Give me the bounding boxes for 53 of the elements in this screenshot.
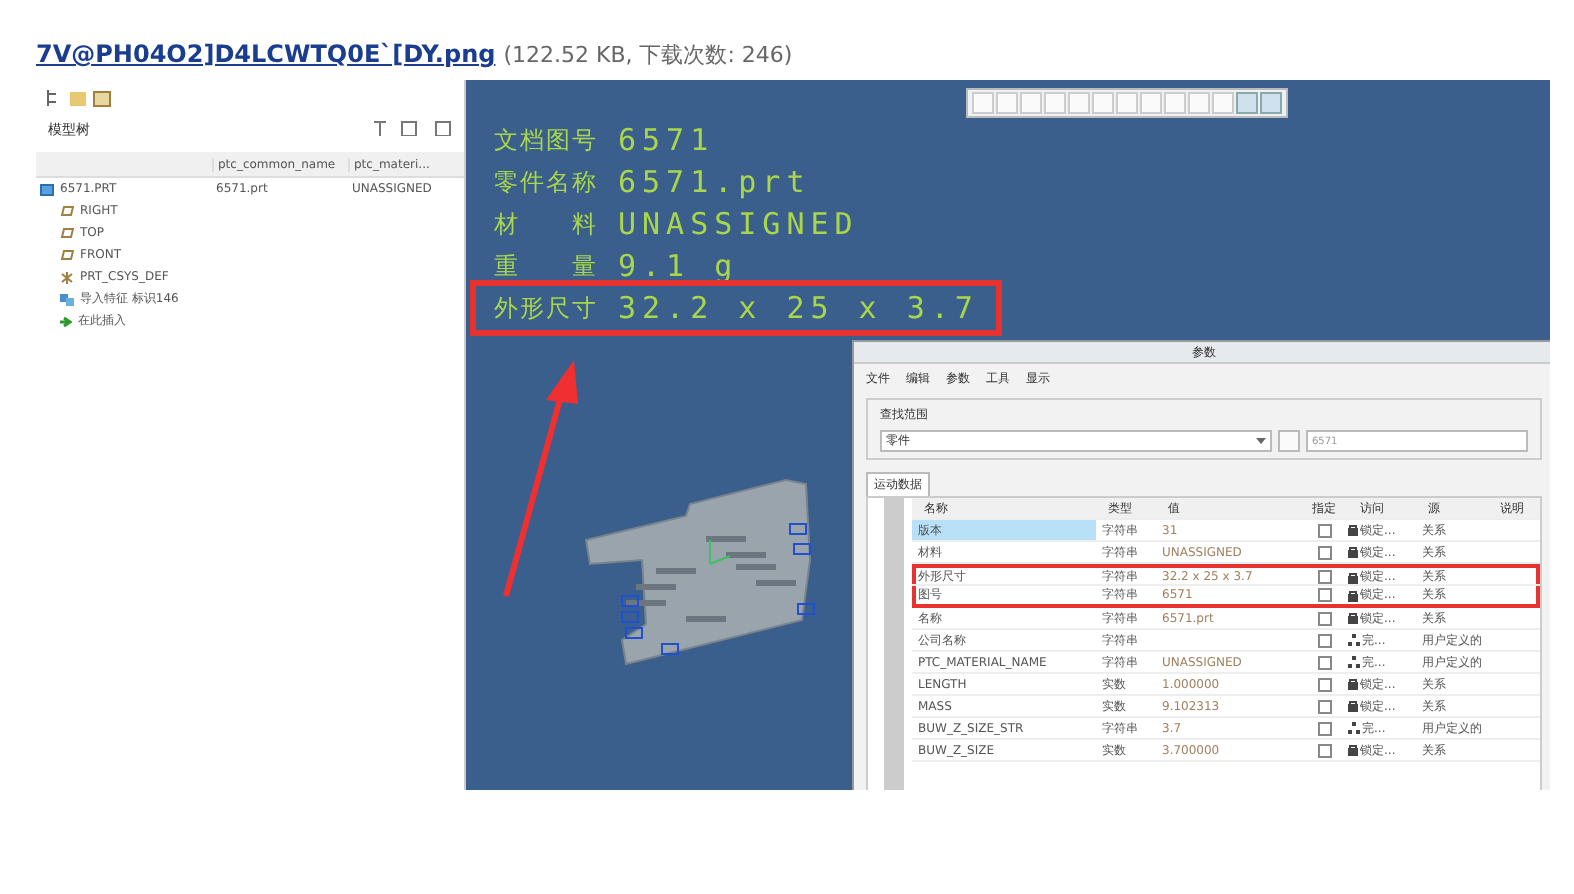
lock-icon — [1348, 700, 1358, 712]
network-icon — [1348, 656, 1360, 668]
info-value: 6571 — [618, 122, 715, 158]
caret-icon — [1256, 436, 1266, 446]
checkbox[interactable] — [1317, 545, 1331, 559]
checkbox[interactable] — [1317, 611, 1331, 625]
toolbar-icon[interactable] — [1092, 92, 1114, 114]
toolbar-icon[interactable] — [996, 92, 1018, 114]
info-value: 6571.prt — [618, 164, 811, 200]
info-label: 文档图号 — [494, 123, 598, 157]
import-icon — [60, 293, 74, 305]
lock-icon — [1348, 678, 1358, 690]
checkbox[interactable] — [1317, 677, 1331, 691]
lock-icon — [1348, 571, 1358, 583]
checkbox[interactable] — [1317, 570, 1331, 584]
info-value: 32.2 x 25 x 3.7 — [618, 290, 979, 326]
info-label: 零件名称 — [494, 165, 598, 199]
network-icon — [1348, 722, 1360, 734]
checkbox[interactable] — [1317, 523, 1331, 537]
favorites-tab-icon[interactable] — [92, 88, 112, 108]
info-label: 重 量 — [494, 249, 598, 283]
lock-icon — [1348, 524, 1358, 536]
network-icon — [1348, 634, 1360, 646]
toolbar-icon[interactable] — [1164, 92, 1186, 114]
toolbar-icon[interactable] — [1236, 92, 1258, 114]
checkbox[interactable] — [1317, 633, 1331, 647]
part-icon — [40, 183, 54, 195]
info-label: 材 料 — [494, 207, 598, 241]
toolbar-icon[interactable] — [972, 92, 994, 114]
toolbar-icon[interactable] — [1260, 92, 1282, 114]
checkbox[interactable] — [1317, 699, 1331, 713]
lock-icon — [1348, 744, 1358, 756]
attachment-link[interactable]: 7V@PH04O2]D4LCWTQ0E`[DY.png — [36, 40, 496, 68]
attachment-meta: (122.52 KB, 下载次数: 246) — [503, 40, 793, 70]
toolbar-icon[interactable] — [1188, 92, 1210, 114]
lock-icon — [1348, 612, 1358, 624]
axes-icon — [60, 271, 74, 283]
checkbox[interactable] — [1317, 743, 1331, 757]
checkbox[interactable] — [1317, 588, 1331, 602]
info-value: UNASSIGNED — [618, 206, 859, 242]
info-label: 外形尺寸 — [494, 291, 598, 325]
toolbar-icon[interactable] — [1140, 92, 1162, 114]
lock-icon — [1348, 589, 1358, 601]
pick-button[interactable] — [1278, 430, 1300, 452]
toolbar-icon[interactable] — [1020, 92, 1042, 114]
lock-icon — [1348, 546, 1358, 558]
checkbox[interactable] — [1317, 721, 1331, 735]
insert-arrow-icon — [60, 315, 72, 327]
toolbar-icon[interactable] — [1044, 92, 1066, 114]
toolbar-icon[interactable] — [1116, 92, 1138, 114]
checkbox[interactable] — [1317, 655, 1331, 669]
toolbar-icon[interactable] — [1068, 92, 1090, 114]
toolbar-icon[interactable] — [1212, 92, 1234, 114]
